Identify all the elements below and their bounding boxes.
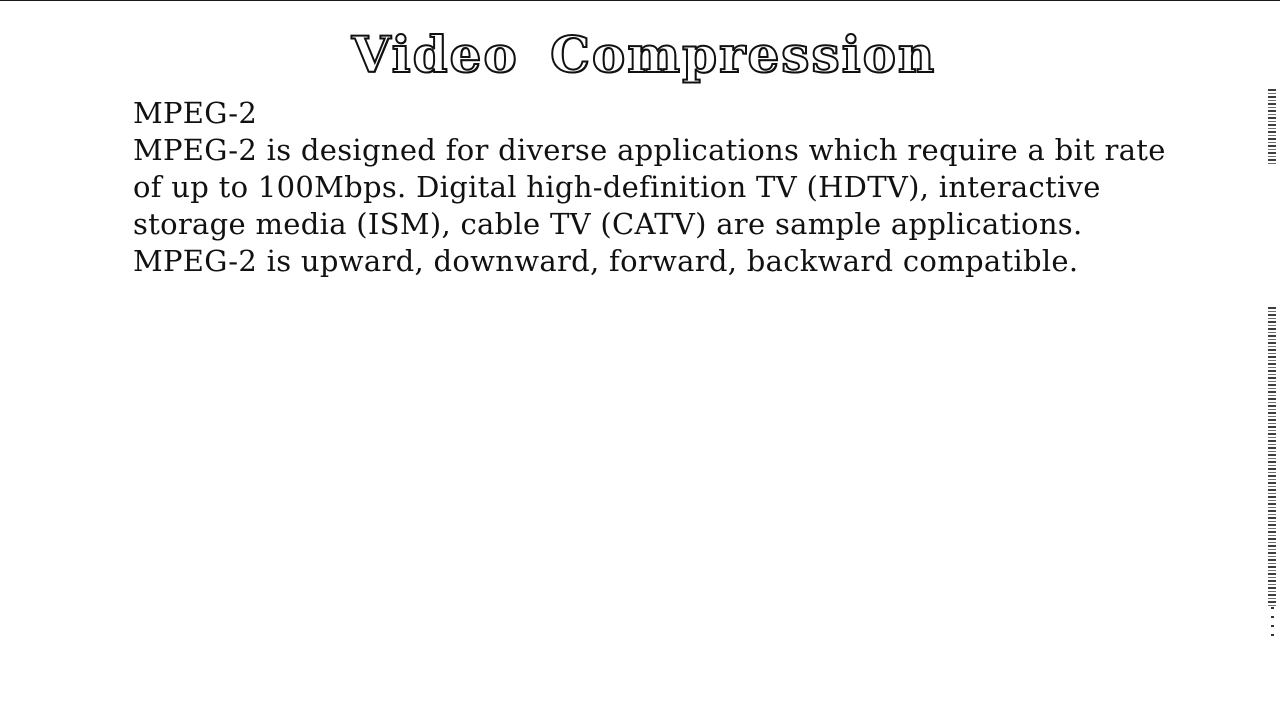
body-line: MPEG-2 is upward, downward, forward, bac… — [133, 244, 1079, 278]
scan-artifact-strip — [1268, 307, 1276, 607]
slide: Video Compression MPEG-2 MPEG-2 is desig… — [0, 0, 1280, 720]
body-line: MPEG-2 is designed for diverse applicati… — [133, 133, 1166, 167]
scan-artifact-dots — [1271, 607, 1274, 637]
subheading: MPEG-2 — [133, 96, 258, 130]
slide-body: MPEG-2 MPEG-2 is designed for diverse ap… — [133, 95, 1253, 280]
scan-artifact-strip — [1268, 89, 1276, 165]
body-line: storage media (ISM), cable TV (CATV) are… — [133, 207, 1083, 241]
slide-title: Video Compression — [351, 24, 937, 85]
body-line: of up to 100Mbps. Digital high-definitio… — [133, 170, 1101, 204]
